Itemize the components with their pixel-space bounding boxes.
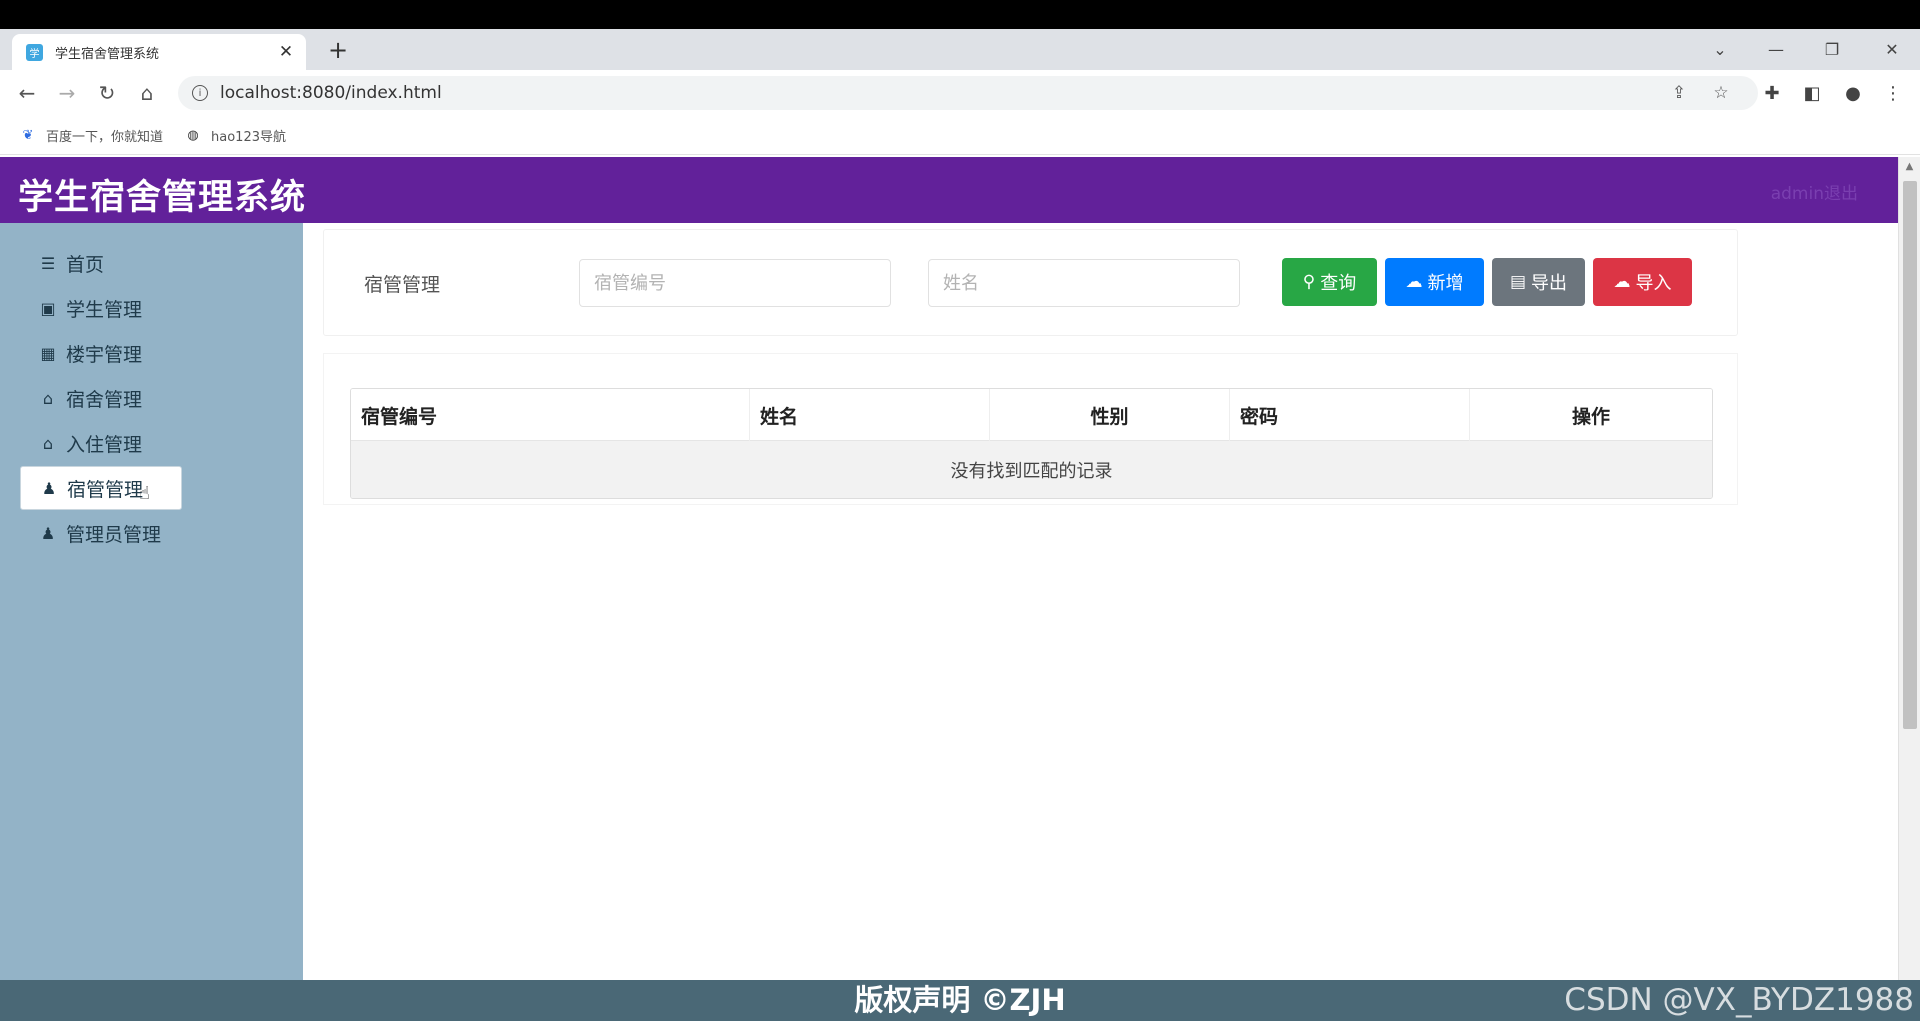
app-title: 学生宿舍管理系统 xyxy=(18,178,307,218)
reload-icon[interactable]: ↻ xyxy=(92,78,122,108)
forward-icon[interactable]: → xyxy=(52,78,82,108)
sidebar-item-dorms[interactable]: ⌂ 宿舍管理 xyxy=(20,376,182,420)
tab-search-chevron-icon[interactable]: ⌄ xyxy=(1692,29,1748,70)
sidebar-item-label: 学生管理 xyxy=(66,298,143,321)
copyright-text: 版权声明 ©ZJH xyxy=(854,983,1066,1017)
empty-message: 没有找到匹配的记录 xyxy=(950,460,1113,482)
data-table: 宿管编号 姓名 性别 密码 操作 没有找到匹配的记录 xyxy=(350,388,1713,499)
tab-close-icon[interactable]: ✕ xyxy=(276,42,296,62)
page-scrollbar[interactable]: ▲ xyxy=(1898,157,1920,980)
sidebar-item-dorm-managers[interactable]: ♟ 宿管管理 ☝ xyxy=(20,466,182,510)
main-content: 宿管管理 ⚲ 查询 ☁ 新增 ▤ 导出 ☁ 导入 宿管编号 姓名 性别 密码 操… xyxy=(303,223,1898,980)
favicon-icon: 学 xyxy=(26,43,43,61)
query-button[interactable]: ⚲ 查询 xyxy=(1282,258,1377,306)
search-icon: ⚲ xyxy=(1302,272,1316,292)
globe-icon: ◍ xyxy=(187,128,199,143)
sidebar: ☰ 首页 ▣ 学生管理 ▦ 楼宇管理 ⌂ 宿舍管理 ⌂ 入住管理 ♟ 宿管管理 … xyxy=(0,223,303,980)
sidebar-item-label: 楼宇管理 xyxy=(66,343,143,366)
id-card-icon: ▣ xyxy=(40,298,56,318)
add-button[interactable]: ☁ 新增 xyxy=(1385,258,1484,306)
sidebar-item-buildings[interactable]: ▦ 楼宇管理 xyxy=(20,331,182,375)
export-button[interactable]: ▤ 导出 xyxy=(1492,258,1585,306)
import-button[interactable]: ☁ 导入 xyxy=(1593,258,1692,306)
watermark-text: CSDN @VX_BYDZ1988 xyxy=(1564,982,1914,1018)
column-header-manager-id[interactable]: 宿管编号 xyxy=(351,389,750,441)
sidebar-item-students[interactable]: ▣ 学生管理 xyxy=(20,286,182,330)
scroll-up-arrow-icon[interactable]: ▲ xyxy=(1899,157,1920,177)
back-icon[interactable]: ← xyxy=(12,78,42,108)
browser-toolbar: ← → ↻ ⌂ i localhost:8080/index.html ⇪ ☆ … xyxy=(0,70,1920,117)
bank-icon: ▦ xyxy=(40,343,56,363)
app-header: 学生宿舍管理系统 admin退出 xyxy=(0,157,1898,223)
column-header-actions: 操作 xyxy=(1571,405,1610,428)
table-header-row: 宿管编号 姓名 性别 密码 操作 xyxy=(351,389,1712,441)
screen-top-bar xyxy=(0,0,1920,29)
user-icon: ♟ xyxy=(41,478,57,498)
cloud-upload-icon: ☁ xyxy=(1405,272,1423,292)
file-export-icon: ▤ xyxy=(1509,272,1527,292)
bookmark-hao123[interactable]: ◍ hao123导航 xyxy=(185,126,286,145)
sidebar-item-label: 管理员管理 xyxy=(66,523,162,546)
app-footer: 版权声明 ©ZJH CSDN @VX_BYDZ1988 xyxy=(0,980,1920,1021)
bookmark-label: hao123导航 xyxy=(211,130,286,145)
manager-id-input[interactable] xyxy=(579,259,891,307)
paw-icon: ❦ xyxy=(22,128,34,143)
address-bar[interactable]: i localhost:8080/index.html ⇪ ☆ xyxy=(178,76,1758,110)
query-button-label: 查询 xyxy=(1320,273,1357,294)
bookmarks-bar: ❦ 百度一下，你就知道 ◍ hao123导航 xyxy=(0,117,1920,155)
logout-link[interactable]: admin退出 xyxy=(1771,179,1858,204)
minimize-icon[interactable]: — xyxy=(1748,29,1804,70)
column-header-password[interactable]: 密码 xyxy=(1230,389,1470,441)
side-panel-icon[interactable]: ◧ xyxy=(1797,78,1827,108)
profile-icon[interactable]: ● xyxy=(1838,78,1868,108)
home-icon: ⌂ xyxy=(42,388,54,408)
table-empty-row: 没有找到匹配的记录 xyxy=(351,441,1712,498)
browser-tab-bar: 学 学生宿舍管理系统 ✕ + ⌄ — ❐ ✕ xyxy=(0,29,1920,70)
new-tab-button[interactable]: + xyxy=(322,34,354,66)
search-panel: 宿管管理 ⚲ 查询 ☁ 新增 ▤ 导出 ☁ 导入 xyxy=(323,229,1738,336)
sidebar-item-admins[interactable]: ♟ 管理员管理 xyxy=(20,511,182,555)
maximize-icon[interactable]: ❐ xyxy=(1804,29,1860,70)
name-input[interactable] xyxy=(928,259,1240,307)
share-icon[interactable]: ⇪ xyxy=(1664,76,1694,110)
table-panel: 宿管编号 姓名 性别 密码 操作 没有找到匹配的记录 xyxy=(323,353,1738,505)
mouse-cursor-icon: ☝ xyxy=(139,483,150,504)
menu-dots-icon[interactable]: ⋮ xyxy=(1878,78,1908,108)
import-button-label: 导入 xyxy=(1635,273,1672,294)
bookmark-star-icon[interactable]: ☆ xyxy=(1706,76,1736,110)
home-icon: ⌂ xyxy=(42,433,54,453)
home-icon[interactable]: ⌂ xyxy=(132,78,162,108)
scrollbar-thumb[interactable] xyxy=(1903,181,1917,729)
export-button-label: 导出 xyxy=(1531,273,1568,294)
sidebar-item-label: 宿管管理 xyxy=(67,478,144,501)
window-close-icon[interactable]: ✕ xyxy=(1864,29,1920,70)
sidebar-item-label: 入住管理 xyxy=(66,433,143,456)
sidebar-item-home[interactable]: ☰ 首页 xyxy=(20,241,182,285)
user-icon: ♟ xyxy=(40,523,56,543)
menu-icon: ☰ xyxy=(40,253,56,273)
sidebar-item-checkin[interactable]: ⌂ 入住管理 xyxy=(20,421,182,465)
extensions-icon[interactable]: ✚ xyxy=(1757,78,1787,108)
browser-tab[interactable]: 学 学生宿舍管理系统 ✕ xyxy=(12,34,306,70)
sidebar-item-label: 首页 xyxy=(66,253,105,276)
cloud-upload-icon: ☁ xyxy=(1613,272,1631,292)
url-text: localhost:8080/index.html xyxy=(220,83,442,103)
column-header-name[interactable]: 姓名 xyxy=(750,389,990,441)
column-header-gender[interactable]: 性别 xyxy=(990,389,1230,441)
bookmark-baidu[interactable]: ❦ 百度一下，你就知道 xyxy=(20,126,163,145)
panel-title: 宿管管理 xyxy=(364,274,441,296)
bookmark-label: 百度一下，你就知道 xyxy=(46,130,164,145)
tab-title: 学生宿舍管理系统 xyxy=(55,46,160,62)
add-button-label: 新增 xyxy=(1427,273,1464,294)
info-icon[interactable]: i xyxy=(192,85,208,101)
sidebar-item-label: 宿舍管理 xyxy=(66,388,143,411)
